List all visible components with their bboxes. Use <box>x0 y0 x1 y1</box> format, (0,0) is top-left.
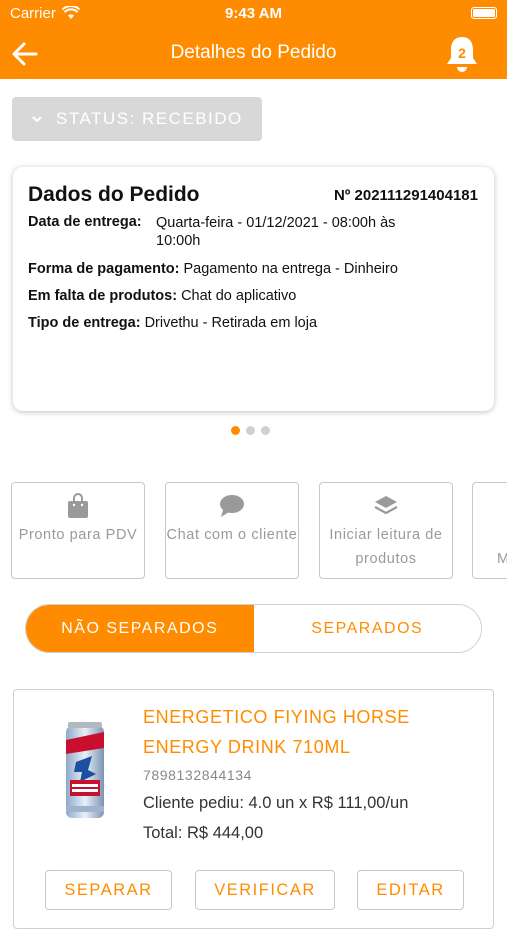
page-dot[interactable] <box>231 426 240 435</box>
product-image <box>62 722 108 822</box>
layers-icon <box>320 489 452 523</box>
action-label: Pronto para PDV <box>18 527 138 543</box>
clock: 9:43 AM <box>225 5 282 22</box>
payment-row: Forma de pagamento: Pagamento na entrega… <box>28 261 398 277</box>
delivery-type-value: Drivethu - Retirada em loja <box>144 315 318 331</box>
notification-bell-icon[interactable]: 2 <box>444 34 480 74</box>
shopping-bag-icon <box>12 489 144 523</box>
ready-for-pdv-button[interactable]: Pronto para PDV <box>11 482 145 579</box>
order-number: Nº 202111291404181 <box>334 187 478 204</box>
page-indicator <box>231 426 270 435</box>
delivery-type-row: Tipo de entrega: Drivethu - Retirada em … <box>28 315 317 331</box>
card-title: Dados do Pedido <box>28 183 200 206</box>
page-dot[interactable] <box>246 426 255 435</box>
missing-products-row: Em falta de produtos: Chat do aplicativo <box>28 288 296 304</box>
status-bar: Carrier 9:43 AM <box>0 0 507 28</box>
notification-badge: 2 <box>458 45 466 61</box>
action-label: M <box>497 551 507 567</box>
product-name: ENERGETICO FIYING HORSE ENERGY DRINK 710… <box>143 707 410 757</box>
product-quantity: Cliente pediu: 4.0 un x R$ 111,00/un <box>143 794 409 812</box>
order-details-card[interactable]: Dados do Pedido Nº 202111291404181 Data … <box>13 167 494 411</box>
page-title: Detalhes do Pedido <box>170 42 337 63</box>
delivery-date-row: Data de entrega: Quarta-feira - 01/12/20… <box>28 214 395 249</box>
chevron-down-icon <box>32 115 42 123</box>
chat-bubble-icon <box>166 489 298 523</box>
tab-not-separated[interactable]: NÃO SEPARADOS <box>26 605 254 652</box>
status-dropdown-button[interactable]: STATUS: RECEBIDO <box>12 97 262 141</box>
more-action-button[interactable]: M <box>472 482 507 579</box>
action-label: Iniciar leitura de produtos <box>329 527 443 567</box>
status-label: STATUS: RECEBIDO <box>56 109 243 128</box>
missing-products-value: Chat do aplicativo <box>181 288 297 304</box>
page-dot[interactable] <box>261 426 270 435</box>
product-card: ENERGETICO FIYING HORSE ENERGY DRINK 710… <box>13 689 494 929</box>
missing-products-label: Em falta de produtos: <box>28 288 178 304</box>
action-icon-placeholder <box>473 489 507 523</box>
separation-toggle: NÃO SEPARADOS SEPARADOS <box>25 604 482 653</box>
start-product-reading-button[interactable]: Iniciar leitura de produtos <box>319 482 453 579</box>
separate-button[interactable]: SEPARAR <box>45 870 172 910</box>
delivery-type-label: Tipo de entrega: <box>28 315 141 331</box>
payment-label: Forma de pagamento: <box>28 261 180 277</box>
nav-bar: Detalhes do Pedido 2 <box>0 28 507 79</box>
delivery-date-value: Quarta-feira - 01/12/2021 - 08:00h às 10… <box>156 215 396 249</box>
delivery-date-label: Data de entrega: <box>28 214 142 230</box>
chat-with-client-button[interactable]: Chat com o cliente <box>165 482 299 579</box>
product-ean: 7898132844134 <box>143 767 253 783</box>
battery-icon <box>471 7 497 19</box>
edit-button[interactable]: EDITAR <box>357 870 464 910</box>
verify-button[interactable]: VERIFICAR <box>195 870 335 910</box>
payment-value: Pagamento na entrega - Dinheiro <box>183 261 398 277</box>
action-label: Chat com o cliente <box>166 527 298 543</box>
tab-separated[interactable]: SEPARADOS <box>253 605 481 652</box>
product-total: Total: R$ 444,00 <box>143 824 264 842</box>
